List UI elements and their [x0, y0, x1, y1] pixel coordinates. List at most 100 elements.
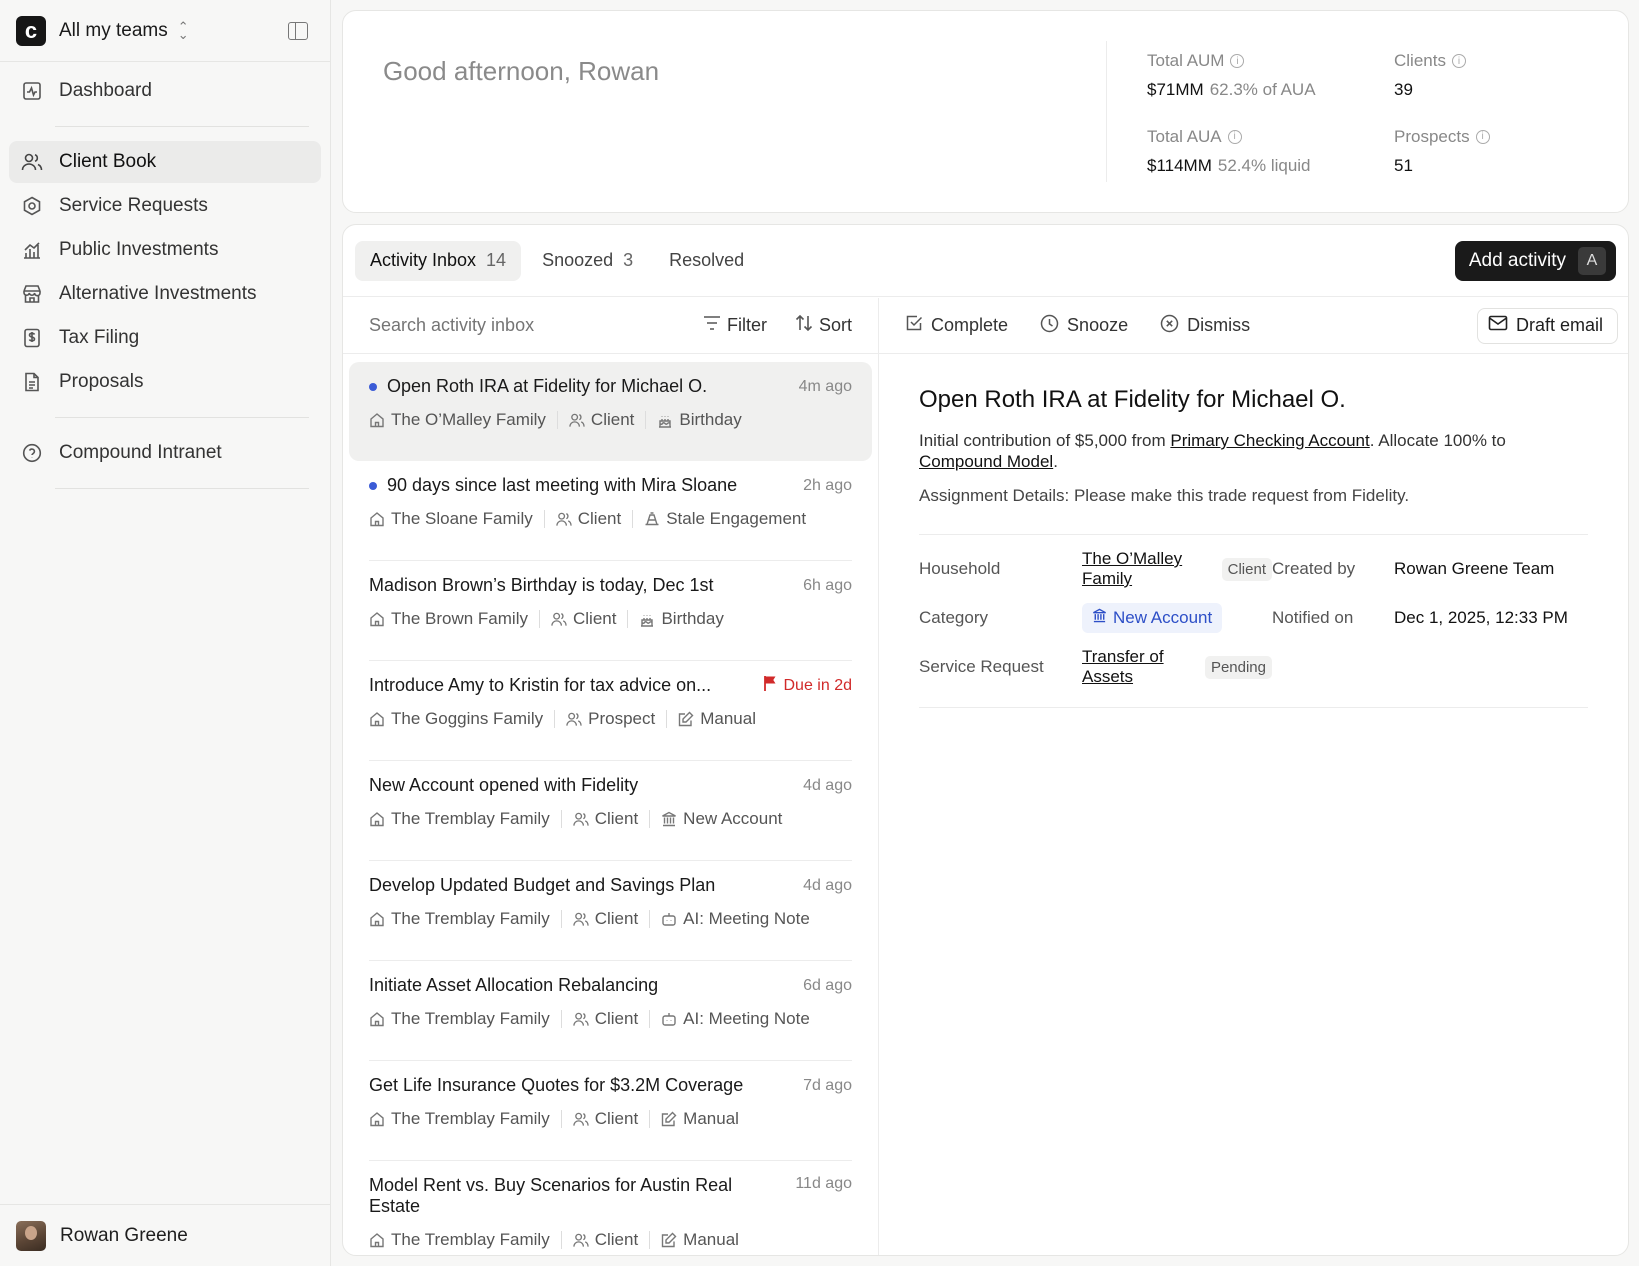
list-item[interactable]: Initiate Asset Allocation Rebalancing 6d … [349, 961, 872, 1060]
compound-logo: c [16, 15, 46, 46]
item-type: Client [590, 410, 635, 429]
item-source: Stale Engagement [666, 509, 807, 528]
tab-label: Resolved [669, 250, 745, 270]
list-item[interactable]: 90 days since last meeting with Mira Slo… [349, 461, 872, 560]
complete-button[interactable]: Complete [905, 314, 1008, 337]
sort-button[interactable]: Sort [795, 314, 852, 337]
list-item[interactable]: New Account opened with Fidelity 4d ago T… [349, 761, 872, 860]
item-family: The Tremblay Family [391, 1230, 550, 1249]
sidebar-item-dashboard[interactable]: Dashboard [9, 70, 321, 112]
inbox-panes: Filter Sort Open Roth IRA at Fidelity fo… [343, 298, 1628, 1255]
users-icon [556, 511, 572, 527]
list-item[interactable]: Introduce Amy to Kristin for tax advice … [349, 661, 872, 760]
list-item[interactable]: Get Life Insurance Quotes for $3.2M Cove… [349, 1061, 872, 1160]
edit-icon [661, 1232, 677, 1248]
add-activity-button[interactable]: Add activity A [1454, 240, 1616, 281]
list-item[interactable]: Model Rent vs. Buy Scenarios for Austin … [349, 1161, 872, 1255]
item-type: Client [594, 809, 639, 828]
detail-properties: Household The O’Malley Family Client Crea… [919, 549, 1588, 687]
sidebar-item-alternative-investments[interactable]: Alternative Investments [9, 273, 321, 315]
storefront-icon [21, 283, 43, 305]
users-icon [566, 711, 582, 727]
item-type: Client [594, 1230, 639, 1249]
house-icon [369, 1011, 385, 1027]
sidebar-item-service-requests[interactable]: Service Requests [9, 185, 321, 227]
item-title: Madison Brown’s Birthday is today, Dec 1… [369, 575, 714, 595]
activity-card: Activity Inbox 14 Snoozed 3 Resolved Add a… [342, 224, 1629, 1256]
team-switcher[interactable]: c All my teams ⌃ ⌄ [0, 0, 330, 62]
sidebar-item-tax-filing[interactable]: Tax Filing [9, 317, 321, 359]
sidebar-item-label: Compound Intranet [59, 442, 222, 463]
bank-icon [1092, 608, 1107, 628]
sort-label: Sort [818, 315, 852, 335]
house-icon [369, 1111, 385, 1127]
item-title: Introduce Amy to Kristin for tax advice … [369, 675, 712, 695]
house-icon [369, 711, 385, 727]
stat-label: Clients [1394, 51, 1446, 70]
keyboard-shortcut: A [1578, 246, 1606, 275]
sidebar-item-label: Dashboard [59, 80, 152, 101]
filter-icon [703, 315, 721, 336]
item-title: 90 days since last meeting with Mira Slo… [387, 475, 738, 495]
item-source: Birthday [661, 609, 724, 628]
created-by-value: Rowan Greene Team [1394, 559, 1555, 578]
unread-dot-icon [369, 382, 377, 391]
snooze-button[interactable]: Snooze [1040, 314, 1128, 338]
complete-label: Complete [931, 315, 1009, 335]
summary-card: Good afternoon, Rowan Total AUM i $71MM 62… [342, 10, 1629, 213]
item-family: The O’Malley Family [391, 410, 546, 429]
search-input[interactable] [369, 315, 675, 336]
tab-resolved[interactable]: Resolved [654, 241, 759, 281]
list-item[interactable]: Develop Updated Budget and Savings Plan 4… [349, 861, 872, 960]
nav-divider [55, 126, 309, 127]
service-request-link[interactable]: Transfer of Assets [1082, 647, 1197, 687]
stat-sub: 62.3% of AUA [1209, 80, 1316, 99]
activity-list: Open Roth IRA at Fidelity for Michael O.… [343, 354, 878, 1255]
tab-snoozed[interactable]: Snoozed 3 [527, 241, 648, 281]
filter-button[interactable]: Filter [703, 315, 767, 336]
info-icon[interactable]: i [1227, 129, 1242, 144]
sidebar-item-label: Service Requests [59, 195, 208, 216]
item-family: The Sloane Family [391, 509, 533, 528]
household-link[interactable]: The O’Malley Family [1082, 549, 1214, 589]
dismiss-button[interactable]: Dismiss [1160, 314, 1250, 338]
stats-grid: Total AUM i $71MM 62.3% of AUA Clients i 39… [1106, 41, 1628, 182]
description-text: Initial contribution of $5,000 from [919, 431, 1171, 450]
sidebar-item-public-investments[interactable]: Public Investments [9, 229, 321, 271]
sort-icon [795, 314, 813, 337]
chevron-updown-icon: ⌃ ⌄ [177, 18, 189, 42]
robot-icon [661, 1011, 677, 1027]
user-menu[interactable]: Rowan Greene [0, 1204, 330, 1266]
stat-value: 51 [1394, 155, 1413, 175]
tab-activity-inbox[interactable]: Activity Inbox 14 [355, 240, 522, 281]
info-icon[interactable]: i [1451, 54, 1466, 68]
filter-label: Filter [726, 315, 767, 335]
sidebar-item-compound-intranet[interactable]: Compound Intranet [9, 432, 321, 474]
compound-model-link[interactable]: Compound Model [919, 452, 1053, 471]
info-icon[interactable]: i [1230, 54, 1245, 68]
nav-divider [55, 417, 309, 418]
item-title: Model Rent vs. Buy Scenarios for Austin … [369, 1175, 733, 1216]
sidebar-item-client-book[interactable]: Client Book [9, 141, 321, 183]
detail-title: Open Roth IRA at Fidelity for Michael O. [919, 386, 1346, 413]
sidebar-toggle-icon[interactable] [288, 21, 308, 40]
draft-email-button[interactable]: Draft email [1476, 307, 1618, 344]
item-time: 4m ago [798, 377, 852, 395]
item-family: The Tremblay Family [391, 909, 550, 928]
activity-detail-pane: Complete Snooze Dismiss Draft email Open… [879, 298, 1628, 1255]
sidebar-item-label: Alternative Investments [59, 283, 257, 304]
house-icon [369, 911, 385, 927]
users-icon [572, 811, 589, 827]
item-source: Birthday [679, 410, 742, 429]
category-label: Category [919, 608, 988, 627]
list-item[interactable]: Open Roth IRA at Fidelity for Michael O.… [349, 362, 872, 461]
list-item[interactable]: Madison Brown’s Birthday is today, Dec 1… [349, 561, 872, 660]
item-family: The Tremblay Family [391, 1009, 550, 1028]
category-tag[interactable]: New Account [1082, 603, 1223, 633]
sidebar-item-proposals[interactable]: Proposals [9, 361, 321, 403]
robot-icon [661, 911, 677, 927]
info-icon[interactable]: i [1475, 129, 1490, 144]
description-text: . [1053, 452, 1058, 471]
check-square-icon [905, 314, 923, 337]
primary-checking-link[interactable]: Primary Checking Account [1170, 431, 1369, 450]
